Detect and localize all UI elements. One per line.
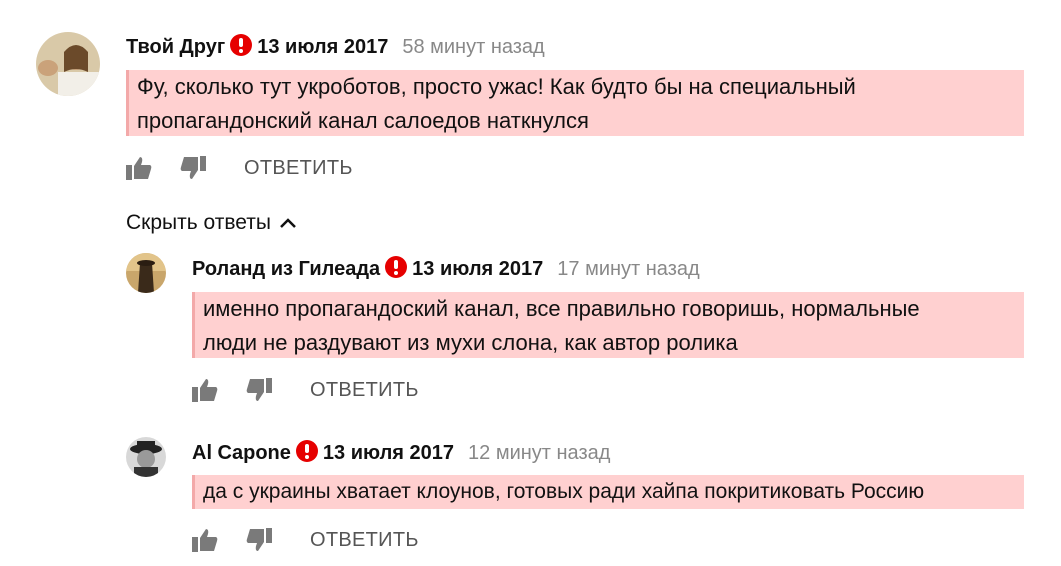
reply-button[interactable]: ОТВЕТИТЬ: [310, 529, 419, 552]
comment-header: Твой Друг 13 июля 2017 58 минут назад: [126, 33, 545, 59]
thumbs-up-icon[interactable]: [192, 528, 218, 552]
comment-actions: ОТВЕТИТЬ: [192, 378, 419, 402]
comment-date: 13 июля 2017: [322, 442, 455, 464]
comment-actions: ОТВЕТИТЬ: [126, 156, 353, 180]
time-ago[interactable]: 17 минут назад: [557, 258, 699, 281]
comment-text-line: люди не раздувают из мухи слона, как авт…: [203, 330, 738, 355]
time-ago[interactable]: 12 минут назад: [468, 442, 610, 465]
comment-text: именно пропагандоский канал, все правиль…: [192, 292, 1024, 358]
warning-icon: [230, 33, 253, 56]
thumbs-up-icon[interactable]: [126, 156, 152, 180]
thumbs-down-icon[interactable]: [246, 378, 272, 402]
comment-text-line: да с украины хватает клоунов, готовых ра…: [203, 480, 925, 503]
hide-replies-button[interactable]: Скрыть ответы: [126, 211, 297, 235]
comment-text: да с украины хватает клоунов, готовых ра…: [192, 475, 1024, 509]
thumbs-down-icon[interactable]: [246, 528, 272, 552]
thumbs-up-icon[interactable]: [192, 378, 218, 402]
warning-icon: [385, 255, 408, 278]
author-name[interactable]: Роланд из Гилеада: [192, 258, 380, 281]
author-name[interactable]: Твой Друг: [126, 36, 225, 59]
avatar[interactable]: [126, 253, 166, 293]
avatar[interactable]: [126, 437, 166, 477]
reply-button[interactable]: ОТВЕТИТЬ: [244, 157, 353, 180]
comment-date: 13 июля 2017: [257, 36, 389, 58]
avatar[interactable]: [36, 32, 100, 96]
comment-header: Роланд из Гилеада 13 июля 2017 17 минут …: [192, 255, 700, 281]
comment-text: Фу, сколько тут укроботов, просто ужас! …: [126, 70, 1024, 136]
comment-actions: ОТВЕТИТЬ: [192, 528, 419, 552]
chevron-up-icon: [280, 218, 296, 228]
comment-text-line: Фу, сколько тут укроботов, просто ужас! …: [137, 74, 856, 99]
comment-text-line: именно пропагандоский канал, все правиль…: [203, 296, 920, 321]
reply-button[interactable]: ОТВЕТИТЬ: [310, 379, 419, 402]
author-name[interactable]: Al Capone: [192, 442, 291, 465]
time-ago[interactable]: 58 минут назад: [402, 36, 544, 59]
comment-text-line: пропагандонский канал салоедов наткнулся: [137, 108, 589, 133]
hide-replies-label: Скрыть ответы: [126, 211, 271, 234]
comment-header: Al Capone 13 июля 2017 12 минут назад: [192, 439, 610, 465]
warning-icon: [295, 439, 318, 462]
thumbs-down-icon[interactable]: [180, 156, 206, 180]
comment-date: 13 июля 2017: [412, 258, 544, 280]
